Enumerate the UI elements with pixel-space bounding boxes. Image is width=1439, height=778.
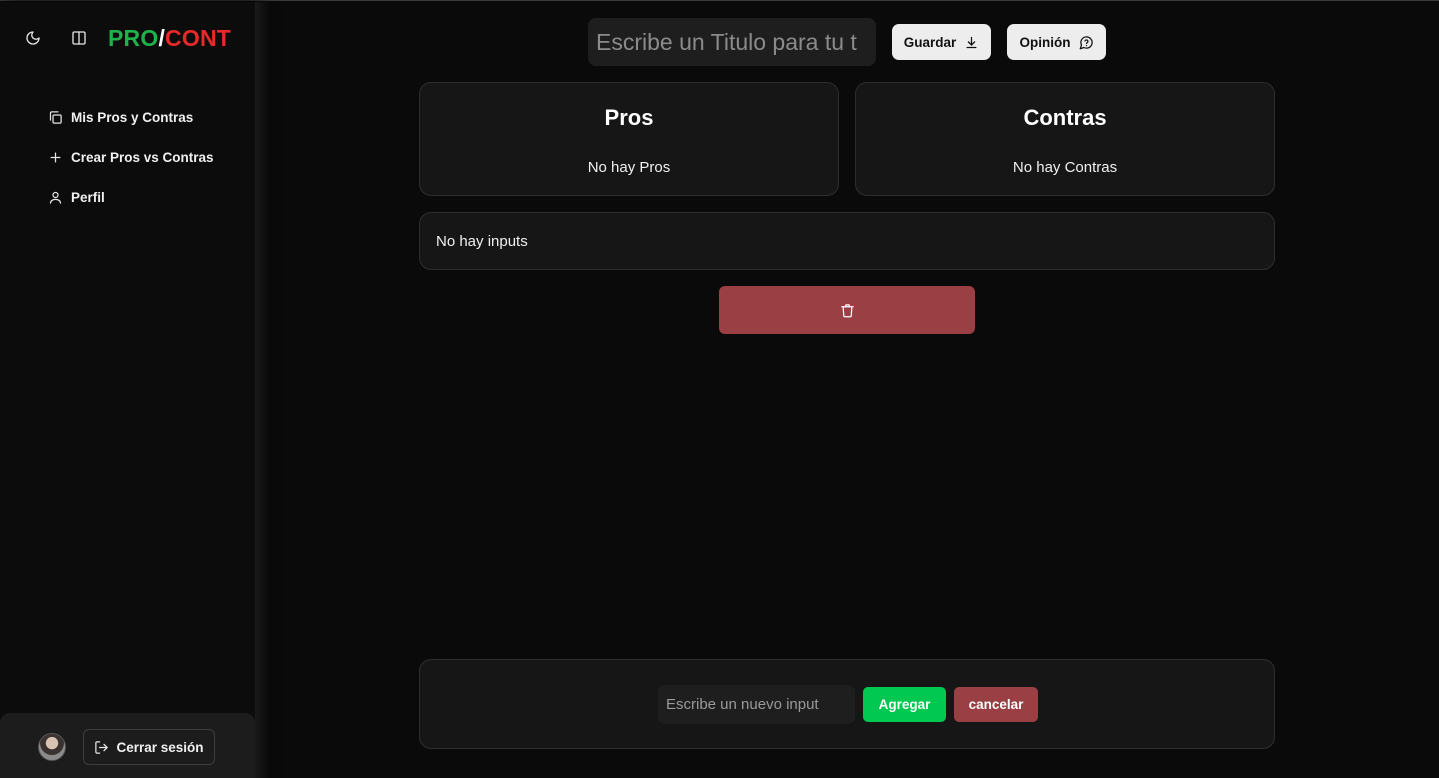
pros-empty-text: No hay Pros [587, 159, 671, 176]
sidebar-toggle-button[interactable] [70, 29, 88, 47]
delete-button[interactable] [719, 286, 975, 334]
sidebar-item-perfil[interactable]: Perfil [48, 186, 214, 208]
sidebar: PRO/CONT Mis Pros y Contras Crear Pros v… [0, 2, 255, 778]
inputs-card: No hay inputs [419, 212, 1275, 270]
moon-icon [26, 31, 40, 45]
avatar[interactable] [38, 733, 66, 761]
panel-left-icon [72, 31, 86, 45]
new-input-field[interactable] [658, 685, 855, 724]
download-icon [966, 36, 977, 48]
sidebar-item-mis-pros-y-contras[interactable]: Mis Pros y Contras [48, 106, 214, 128]
logo-pro: PRO [108, 24, 159, 51]
inputs-empty-text: No hay inputs [436, 233, 528, 250]
app-logo[interactable]: PRO/CONT [108, 25, 231, 52]
user-bar: Cerrar sesión [0, 713, 255, 778]
sidebar-item-label: Perfil [71, 189, 105, 205]
add-button[interactable]: Agregar [863, 687, 946, 722]
logout-icon [95, 740, 109, 754]
pros-card: Pros No hay Pros [419, 82, 839, 196]
title-input[interactable] [588, 18, 876, 66]
opinion-button[interactable]: Opinión [1007, 24, 1106, 60]
logout-label: Cerrar sesión [116, 739, 204, 755]
cons-card: Contras No hay Contras [855, 82, 1275, 196]
trash-icon [840, 303, 854, 317]
sidebar-top-bar: PRO/CONT [24, 25, 231, 52]
sidebar-nav: Mis Pros y Contras Crear Pros vs Contras… [48, 106, 214, 226]
sidebar-item-label: Mis Pros y Contras [71, 109, 194, 125]
theme-toggle-button[interactable] [24, 29, 42, 47]
cancel-button[interactable]: cancelar [954, 687, 1038, 722]
new-input-composer: Agregar cancelar [419, 659, 1275, 749]
copy-icon [49, 110, 62, 124]
sidebar-shadow [255, 2, 269, 778]
save-button[interactable]: Guardar [892, 24, 991, 60]
sidebar-item-crear-pros-vs-contras[interactable]: Crear Pros vs Contras [48, 146, 214, 168]
sidebar-item-label: Crear Pros vs Contras [71, 149, 214, 165]
plus-icon [50, 152, 61, 162]
cons-empty-text: No hay Contras [1012, 159, 1118, 176]
save-label: Guardar [903, 34, 957, 50]
opinion-label: Opinión [1019, 34, 1071, 50]
logo-cont: CONT [165, 24, 232, 51]
user-icon [49, 191, 62, 204]
pros-title: Pros [604, 105, 654, 130]
message-question-icon [1079, 35, 1093, 49]
cons-title: Contras [1023, 105, 1107, 130]
logout-button[interactable]: Cerrar sesión [83, 729, 215, 765]
